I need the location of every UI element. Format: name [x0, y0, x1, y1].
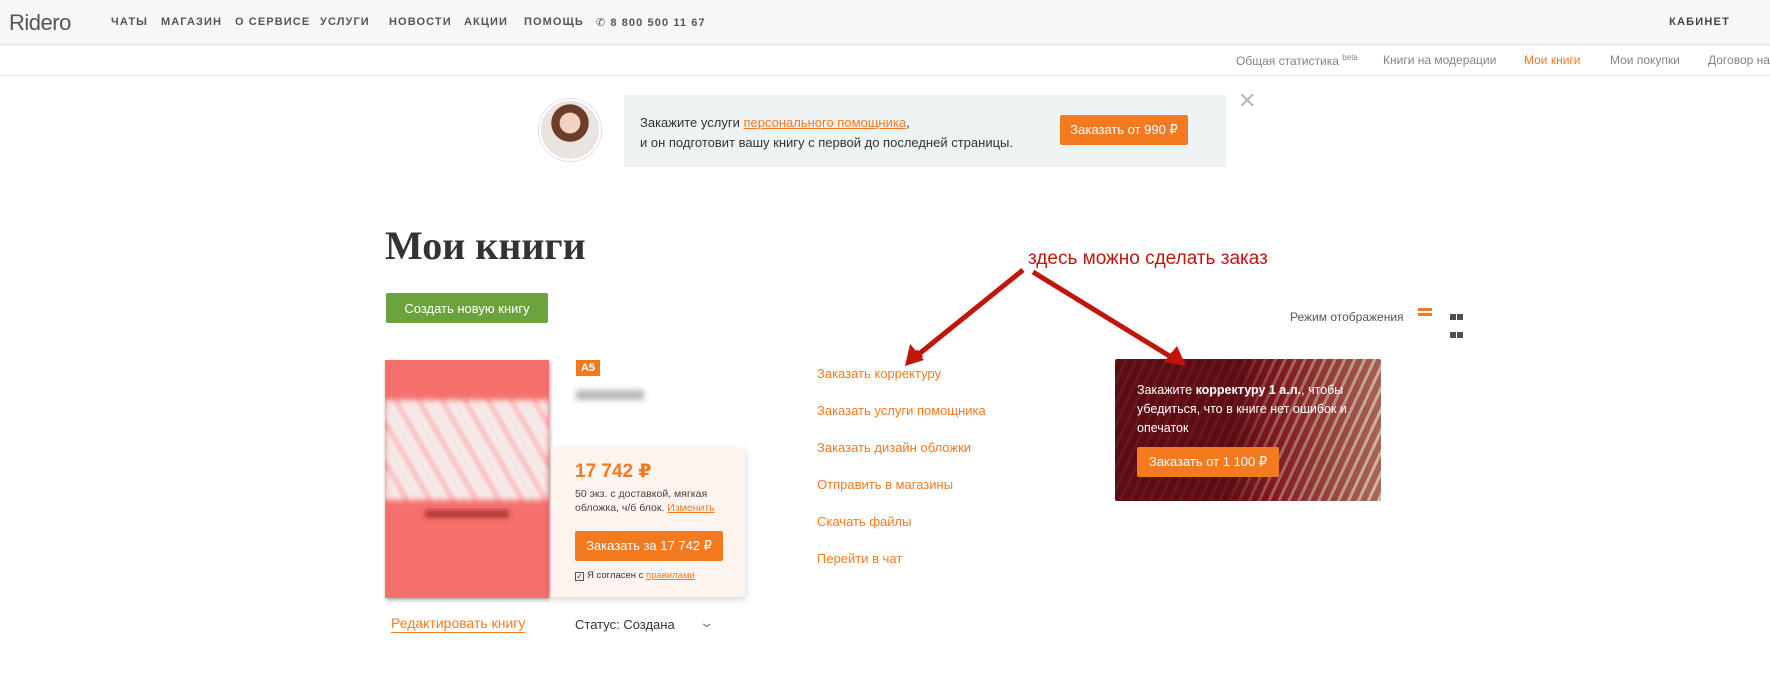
- subnav-my-books[interactable]: Мои книги: [1524, 53, 1581, 67]
- chevron-down-icon[interactable]: ⌄: [699, 614, 715, 631]
- cover-title-blurred: [425, 510, 509, 518]
- order-cover-design-link[interactable]: Заказать дизайн обложки: [817, 440, 986, 477]
- download-files-link[interactable]: Скачать файлы: [817, 514, 986, 551]
- order-assistant-link[interactable]: Заказать услуги помощника: [817, 403, 986, 440]
- subnav-moderation[interactable]: Книги на модерации: [1383, 53, 1496, 67]
- subnav-stats-label: Общая статистика: [1236, 54, 1339, 68]
- assistant-avatar: [539, 99, 601, 161]
- list-view-icon[interactable]: [1418, 308, 1432, 322]
- phone-icon: ✆: [596, 17, 607, 29]
- beta-badge: beta: [1342, 53, 1358, 62]
- nav-help[interactable]: ПОМОЩЬ: [524, 16, 584, 28]
- promo-text-comma: ,: [906, 115, 910, 130]
- nav-news[interactable]: НОВОСТИ: [389, 16, 452, 28]
- order-proofreading-button[interactable]: Заказать от 1 100 ₽: [1137, 447, 1279, 477]
- close-icon[interactable]: ✕: [1238, 90, 1256, 112]
- annotation-arrow-right: [1031, 269, 1178, 363]
- rules-link[interactable]: правилами: [646, 570, 695, 581]
- nav-cabinet[interactable]: КАБИНЕТ: [1669, 16, 1730, 28]
- format-badge: A5: [576, 360, 600, 376]
- assistant-promo-banner: Закажите услуги персонального помощника,…: [624, 95, 1226, 167]
- price-description: 50 экз. с доставкой, мягкая обложка, ч/б…: [575, 487, 735, 515]
- order-print-button[interactable]: Заказать за 17 742 ₽: [575, 531, 723, 561]
- ridero-logo[interactable]: Ridero: [9, 10, 71, 36]
- ad-text-bold: корректуру 1 а.л.: [1195, 383, 1302, 397]
- agree-text: Я согласен с: [587, 570, 644, 581]
- annotation-arrow-left: [912, 268, 1025, 360]
- promo-text-start: Закажите услуги: [640, 115, 744, 130]
- nav-promotions[interactable]: АКЦИИ: [464, 16, 508, 28]
- nav-shop[interactable]: МАГАЗИН: [161, 16, 222, 28]
- price-box: 17 742 ₽ 50 экз. с доставкой, мягкая обл…: [551, 449, 745, 597]
- book-cover[interactable]: [385, 360, 549, 598]
- top-navigation: Ridero ЧАТЫ МАГАЗИН О СЕРВИСЕ УСЛУГИ НОВ…: [0, 0, 1770, 45]
- grid-view-icon[interactable]: [1450, 308, 1464, 338]
- phone-number: 8 800 500 11 67: [610, 17, 706, 29]
- cover-pattern: [385, 400, 549, 500]
- nav-services[interactable]: УСЛУГИ: [320, 16, 370, 28]
- subnav-purchases[interactable]: Мои покупки: [1610, 53, 1680, 67]
- book-actions: Заказать корректуру Заказать услуги помо…: [817, 366, 986, 588]
- send-to-stores-link[interactable]: Отправить в магазины: [817, 477, 986, 514]
- promo-text: Закажите услуги персонального помощника,…: [640, 113, 1013, 153]
- personal-assistant-link[interactable]: персонального помощника: [743, 115, 906, 130]
- subnav-contract[interactable]: Договор на: [1708, 53, 1770, 67]
- page-title: Мои книги: [385, 223, 586, 268]
- view-mode-label: Режим отображения: [1290, 310, 1404, 324]
- order-assistant-button[interactable]: Заказать от 990 ₽: [1060, 115, 1188, 145]
- proofreading-ad-card: Закажите корректуру 1 а.л., чтобы убедит…: [1115, 359, 1381, 501]
- book-price: 17 742 ₽: [575, 461, 652, 482]
- ad-text: Закажите корректуру 1 а.л., чтобы убедит…: [1137, 381, 1349, 438]
- go-to-chat-link[interactable]: Перейти в чат: [817, 551, 986, 588]
- agree-checkbox[interactable]: ✓: [575, 572, 584, 581]
- book-status: Статус: Создана: [575, 617, 675, 632]
- nav-about[interactable]: О СЕРВИСЕ: [235, 16, 310, 28]
- edit-book-link[interactable]: Редактировать книгу: [391, 615, 526, 633]
- ad-text-start: Закажите: [1137, 383, 1196, 397]
- book-title-blurred: [576, 390, 644, 400]
- nav-chats[interactable]: ЧАТЫ: [111, 16, 148, 28]
- create-book-button[interactable]: Создать новую книгу: [386, 293, 548, 323]
- promo-text-line2: и он подготовит вашу книгу с первой до п…: [640, 135, 1013, 150]
- subnav-stats[interactable]: Общая статистика beta: [1236, 53, 1358, 68]
- order-proofreading-link[interactable]: Заказать корректуру: [817, 366, 986, 403]
- agree-terms: ✓ Я согласен с правилами: [575, 570, 695, 581]
- change-link[interactable]: Изменить: [667, 502, 714, 514]
- nav-phone[interactable]: ✆ 8 800 500 11 67: [596, 16, 706, 29]
- sub-navigation: Общая статистика beta Книги на модерации…: [0, 45, 1770, 76]
- arrowhead-left: [905, 344, 924, 366]
- annotation-text: здесь можно сделать заказ: [1028, 248, 1268, 269]
